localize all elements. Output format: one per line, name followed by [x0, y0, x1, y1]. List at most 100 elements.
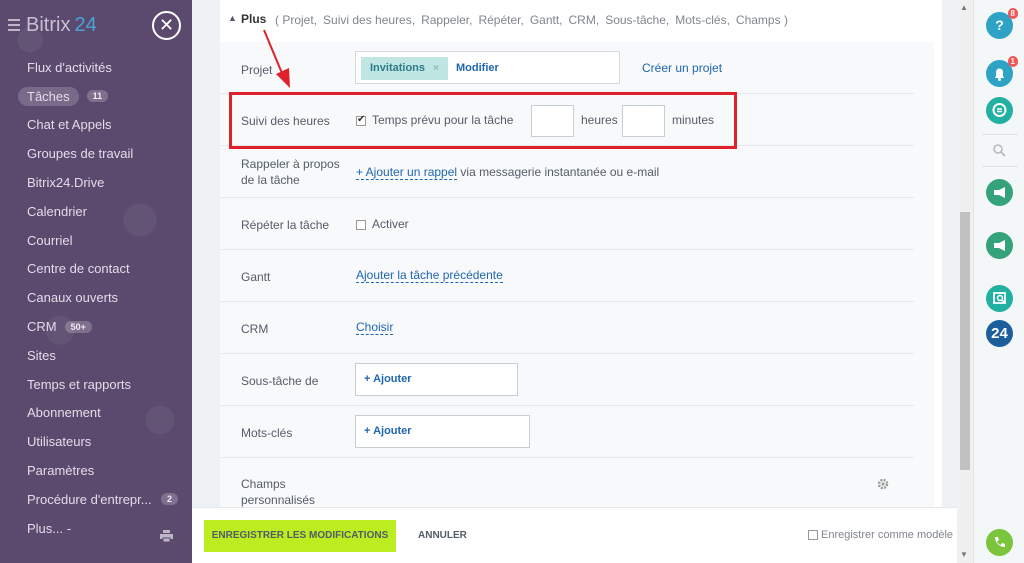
hamburger-icon[interactable]: [8, 19, 20, 31]
project-tag: Invitations ×: [361, 57, 448, 80]
save-as-template-checkbox[interactable]: [808, 530, 818, 541]
save-as-template-label: Enregistrer comme modèle: [821, 529, 954, 541]
plus-field-item[interactable]: ( Projet,: [275, 13, 317, 27]
repeat-checkbox-label: Activer: [372, 217, 409, 231]
repeat-toggle[interactable]: Activer: [356, 217, 409, 231]
row-motscles: Mots-clés + Ajouter: [220, 406, 914, 458]
announcement-button[interactable]: [986, 179, 1013, 206]
project-selector[interactable]: Invitations × Modifier: [355, 51, 620, 84]
rappel-label: Rappeler à propos de la tâche: [241, 156, 340, 188]
highlight-box: [229, 92, 737, 149]
notifications-button[interactable]: 1: [986, 56, 1018, 87]
scroll-up-icon[interactable]: ▲: [960, 3, 968, 12]
sidebar-item[interactable]: Centre de contact: [0, 255, 192, 284]
add-reminder-link[interactable]: + Ajouter un rappel: [356, 165, 458, 180]
sidebar-item-label: Bitrix24.Drive: [27, 175, 105, 191]
sidebar-item[interactable]: Courriel: [0, 226, 192, 255]
phone-button[interactable]: [986, 529, 1013, 556]
rappel-label-line1: Rappeler à propos: [241, 157, 340, 171]
remove-tag-icon[interactable]: ×: [433, 63, 439, 74]
gear-icon[interactable]: [877, 478, 889, 490]
plus-field-item[interactable]: Gantt,: [530, 13, 563, 27]
add-previous-task-link[interactable]: Ajouter la tâche précédente: [356, 268, 503, 283]
save-as-template-toggle[interactable]: Enregistrer comme modèle: [808, 529, 953, 541]
screen-search-icon: [993, 292, 1006, 304]
sidebar-item[interactable]: CRM 50+: [0, 312, 192, 341]
sidebar-item[interactable]: Calendrier: [0, 197, 192, 226]
repeter-label: Répéter la tâche: [241, 218, 330, 232]
champs-label: Champs personnalisés: [241, 476, 315, 507]
sidebar-nav: Flux d'activités Tâches 11 Chat et Appels Gr…: [0, 53, 192, 543]
sidebar-item[interactable]: Temps et rapports: [0, 370, 192, 399]
cancel-button[interactable]: ANNULER: [418, 530, 467, 541]
create-project-link[interactable]: Créer un projet: [642, 61, 722, 75]
add-parent-task-button[interactable]: + Ajouter: [355, 363, 518, 396]
sidebar-item-label: Abonnement: [27, 405, 101, 421]
rightbar-separator: [982, 166, 1018, 167]
motscles-label: Mots-clés: [241, 426, 293, 440]
scrollbar[interactable]: ▲ ▼: [957, 0, 973, 563]
chevron-up-icon[interactable]: ▲: [228, 13, 237, 23]
row-projet: Projet Invitations × Modifier Créer un pr…: [220, 42, 914, 94]
reminder-line: + Ajouter un rappel via messagerie insta…: [356, 165, 659, 180]
task-form-panel: ▲ Plus ( Projet, Suivi des heures, Rappele…: [220, 0, 942, 507]
plus-field-item[interactable]: Suivi des heures,: [323, 13, 415, 27]
plus-section-header[interactable]: ▲ Plus ( Projet, Suivi des heures, Rappele…: [220, 0, 942, 42]
add-tag-button[interactable]: + Ajouter: [355, 415, 530, 448]
logo-text: Bitrix: [26, 14, 71, 36]
sidebar-item[interactable]: Chat et Appels: [0, 111, 192, 140]
chat-icon: [992, 103, 1007, 117]
sidebar-item-label: Chat et Appels: [27, 117, 112, 133]
announcement-button-2[interactable]: [986, 232, 1013, 259]
printer-icon[interactable]: [160, 530, 173, 542]
plus-title[interactable]: Plus: [241, 12, 266, 26]
megaphone-icon: [994, 187, 1005, 198]
logo[interactable]: Bitrix 24: [26, 14, 97, 37]
plus-field-item[interactable]: Mots-clés,: [675, 13, 730, 27]
plus-field-item[interactable]: CRM,: [569, 13, 600, 27]
left-sidebar: Bitrix 24 ✕ Flux d'activités Tâches 11 Chat …: [0, 0, 192, 563]
search-icon[interactable]: [992, 143, 1006, 157]
right-toolbar: ? 8 1 24: [973, 0, 1024, 563]
modify-project-link[interactable]: Modifier: [456, 62, 499, 74]
sidebar-item[interactable]: Utilisateurs: [0, 427, 192, 456]
sidebar-item-label: Sites: [27, 347, 56, 363]
count-badge: 50+: [64, 320, 92, 333]
sidebar-item[interactable]: Procédure d'entrepr... 2: [0, 485, 192, 514]
scroll-thumb[interactable]: [960, 212, 970, 470]
help-icon: ?: [995, 17, 1004, 33]
sidebar-item-label: Utilisateurs: [27, 434, 92, 450]
sidebar-item[interactable]: Bitrix24.Drive: [0, 168, 192, 197]
plus-field-item[interactable]: Champs ): [736, 13, 788, 27]
add-parent-task-label: + Ajouter: [364, 373, 412, 385]
plus-field-item[interactable]: Rappeler,: [421, 13, 472, 27]
soustache-label: Sous-tâche de: [241, 374, 319, 388]
scroll-down-icon[interactable]: ▼: [960, 550, 968, 559]
plus-field-item[interactable]: Sous-tâche,: [605, 13, 669, 27]
crm-label: CRM: [241, 322, 269, 336]
sidebar-item[interactable]: Canaux ouverts: [0, 283, 192, 312]
choose-crm-link[interactable]: Choisir: [356, 320, 394, 335]
sidebar-item[interactable]: Groupes de travail: [0, 139, 192, 168]
save-button[interactable]: ENREGISTRER LES MODIFICATIONS: [204, 520, 396, 552]
plus-field-item[interactable]: Répéter,: [478, 13, 523, 27]
row-soustache: Sous-tâche de + Ajouter: [220, 354, 914, 406]
sidebar-item[interactable]: Tâches 11: [0, 82, 192, 111]
sidebar-item[interactable]: Paramètres: [0, 456, 192, 485]
bitrix24-button[interactable]: 24: [986, 320, 1013, 347]
sidebar-item-label: Calendrier: [27, 203, 87, 219]
sidebar-item[interactable]: Flux d'activités: [0, 53, 192, 82]
row-champs: Champs personnalisés: [220, 458, 914, 507]
rappel-label-line2: de la tâche: [241, 173, 300, 187]
close-icon[interactable]: ✕: [152, 11, 181, 40]
repeat-checkbox[interactable]: [356, 219, 366, 230]
chat-button[interactable]: [986, 97, 1013, 124]
sidebar-item-label: Groupes de travail: [27, 146, 134, 162]
sidebar-item[interactable]: Abonnement: [0, 399, 192, 428]
help-button[interactable]: ? 8: [986, 8, 1018, 39]
sidebar-item[interactable]: Sites: [0, 341, 192, 370]
sidebar-item-label: Plus... -: [27, 520, 72, 536]
screen-search-button[interactable]: [986, 285, 1013, 312]
sidebar-item-label: Centre de contact: [27, 261, 130, 277]
add-tag-label: + Ajouter: [364, 425, 412, 437]
